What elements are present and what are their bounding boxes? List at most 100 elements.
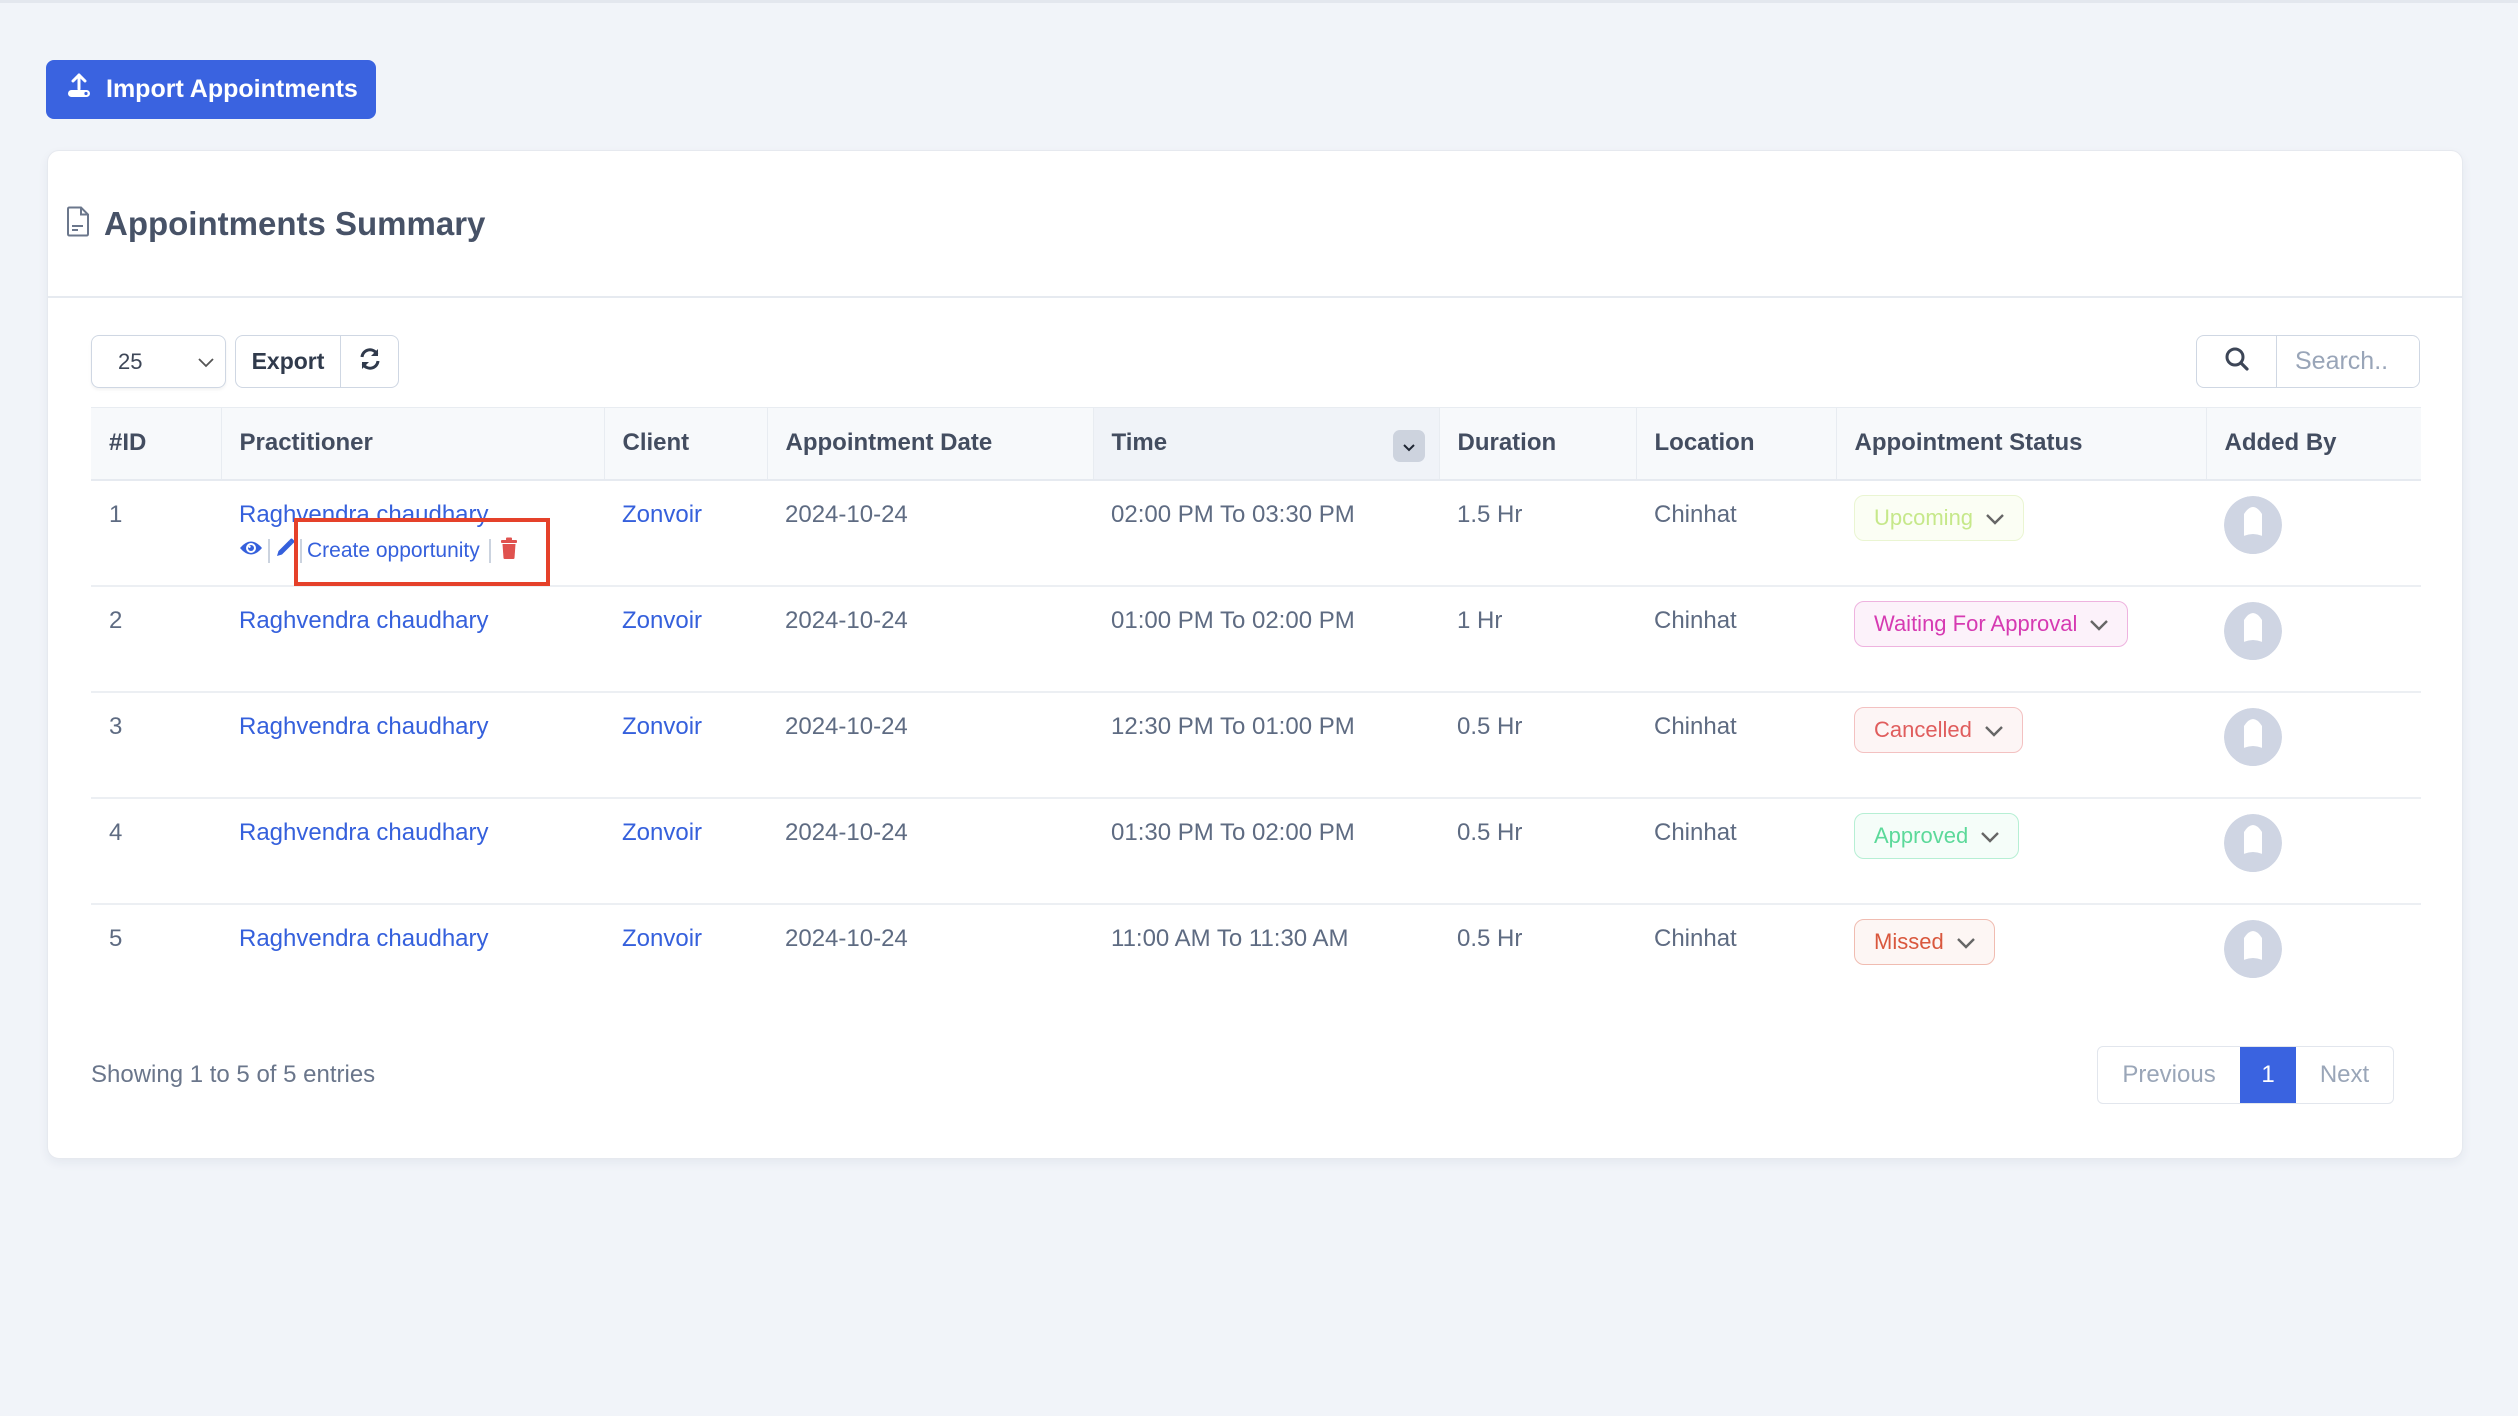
eye-icon[interactable]	[239, 539, 263, 563]
search-button[interactable]	[2197, 336, 2277, 387]
client-link[interactable]: Zonvoir	[622, 713, 702, 740]
cell-date: 2024-10-24	[785, 500, 908, 528]
column-header-appointment-status[interactable]: Appointment Status	[1836, 407, 2207, 480]
entries-summary: Showing 1 to 5 of 5 entries	[91, 1061, 376, 1088]
action-divider	[300, 538, 302, 563]
practitioner-link[interactable]: Raghvendra chaudhary	[239, 501, 489, 528]
cell-time: 01:00 PM To 02:00 PM	[1111, 606, 1355, 634]
appointments-table: #ID Practitioner Client Appointment Date…	[91, 407, 2421, 1010]
cell-date: 2024-10-24	[785, 712, 908, 740]
cell-practitioner: Raghvendra chaudhary	[221, 586, 604, 692]
status-label: Upcoming	[1874, 504, 1974, 530]
client-link[interactable]: Zonvoir	[622, 607, 702, 634]
refresh-button[interactable]	[341, 336, 398, 387]
refresh-icon	[359, 348, 381, 375]
cell-location: Chinhat	[1654, 500, 1737, 528]
card-header: Appointments Summary	[48, 151, 2462, 298]
pencil-icon[interactable]	[275, 538, 295, 564]
search-input[interactable]	[2277, 336, 2419, 387]
import-appointments-label: Import Appointments	[106, 75, 358, 103]
status-dropdown[interactable]: Cancelled	[1854, 706, 2023, 753]
sort-toggle-button[interactable]	[1392, 430, 1425, 462]
cell-client: Zonvoir	[604, 904, 767, 1010]
client-link[interactable]: Zonvoir	[622, 819, 702, 846]
cell-id: 3	[109, 712, 123, 740]
avatar	[2224, 707, 2282, 772]
cell-location: Chinhat	[1654, 924, 1737, 952]
avatar	[2224, 601, 2282, 666]
import-appointments-button[interactable]: Import Appointments	[46, 60, 376, 119]
pagination-page-1[interactable]: 1	[2240, 1047, 2296, 1103]
cell-time: 01:30 PM To 02:00 PM	[1111, 818, 1355, 846]
column-header-time-label: Time	[1111, 429, 1168, 457]
chevron-down-icon	[1968, 823, 2000, 849]
column-header-client[interactable]: Client	[604, 407, 768, 480]
table-row: 3 Raghvendra chaudhary Zonvoir 2024-10-2…	[91, 692, 2421, 798]
pagination-previous[interactable]: Previous	[2098, 1047, 2240, 1103]
client-link[interactable]: Zonvoir	[622, 501, 702, 528]
column-header-practitioner[interactable]: Practitioner	[221, 407, 605, 480]
table-row: 5 Raghvendra chaudhary Zonvoir 2024-10-2…	[91, 904, 2421, 1010]
cell-practitioner: Raghvendra chaudhary Create opportunity	[221, 480, 604, 586]
pagination: Previous 1 Next	[2097, 1046, 2394, 1104]
cell-added-by	[2206, 904, 2421, 1010]
avatar	[2224, 495, 2282, 560]
avatar	[2224, 919, 2282, 984]
status-dropdown[interactable]: Missed	[1854, 918, 1995, 965]
table-row: 2 Raghvendra chaudhary Zonvoir 2024-10-2…	[91, 586, 2421, 692]
cell-location: Chinhat	[1654, 712, 1737, 740]
pagination-next[interactable]: Next	[2296, 1047, 2393, 1103]
practitioner-link[interactable]: Raghvendra chaudhary	[239, 607, 489, 634]
cell-status: Cancelled	[1836, 692, 2206, 798]
practitioner-link[interactable]: Raghvendra chaudhary	[239, 819, 489, 846]
status-label: Cancelled	[1874, 716, 1972, 742]
page-size-select[interactable]: 25	[91, 335, 226, 388]
column-header-id[interactable]: #ID	[91, 407, 222, 480]
cell-practitioner: Raghvendra chaudhary	[221, 798, 604, 904]
document-icon	[66, 206, 90, 242]
create-opportunity-link[interactable]: Create opportunity	[307, 539, 480, 563]
chevron-down-icon	[1972, 717, 2004, 743]
cell-practitioner: Raghvendra chaudhary	[221, 692, 604, 798]
cell-id: 4	[109, 818, 123, 846]
table-header-row: #ID Practitioner Client Appointment Date…	[91, 407, 2421, 480]
status-dropdown[interactable]: Waiting For Approval	[1854, 600, 2129, 647]
cell-duration: 1 Hr	[1457, 606, 1503, 634]
cell-client: Zonvoir	[604, 480, 767, 586]
cell-added-by	[2206, 586, 2421, 692]
trash-icon[interactable]	[500, 537, 518, 565]
cell-duration: 0.5 Hr	[1457, 712, 1523, 740]
cell-date: 2024-10-24	[785, 606, 908, 634]
cell-duration: 0.5 Hr	[1457, 924, 1523, 952]
column-header-duration[interactable]: Duration	[1439, 407, 1637, 480]
cell-added-by	[2206, 480, 2421, 586]
status-label: Waiting For Approval	[1874, 610, 2078, 636]
cell-location: Chinhat	[1654, 606, 1737, 634]
cell-status: Waiting For Approval	[1836, 586, 2206, 692]
status-dropdown[interactable]: Upcoming	[1854, 494, 2025, 541]
column-header-appointment-date[interactable]: Appointment Date	[767, 407, 1094, 480]
column-header-added-by[interactable]: Added By	[2206, 408, 2421, 480]
client-link[interactable]: Zonvoir	[622, 925, 702, 952]
status-dropdown[interactable]: Approved	[1854, 812, 2020, 859]
cell-status: Missed	[1836, 904, 2206, 1010]
table-body: 1 Raghvendra chaudhary Create opportunit…	[91, 480, 2421, 1010]
chevron-down-icon	[1944, 929, 1976, 955]
action-divider	[268, 538, 270, 563]
chevron-down-icon	[197, 349, 215, 375]
cell-time: 11:00 AM To 11:30 AM	[1111, 924, 1349, 952]
action-divider	[488, 538, 491, 563]
table-row: 1 Raghvendra chaudhary Create opportunit…	[91, 480, 2421, 586]
column-header-location[interactable]: Location	[1636, 407, 1837, 480]
practitioner-link[interactable]: Raghvendra chaudhary	[239, 713, 489, 740]
cell-client: Zonvoir	[604, 692, 767, 798]
cell-location: Chinhat	[1654, 818, 1737, 846]
status-label: Missed	[1874, 928, 1944, 954]
column-header-time[interactable]: Time	[1093, 407, 1440, 480]
avatar	[2224, 813, 2282, 878]
page-size-value: 25	[118, 348, 143, 374]
chevron-down-icon	[1402, 432, 1416, 460]
practitioner-link[interactable]: Raghvendra chaudhary	[239, 925, 489, 952]
status-label: Approved	[1874, 822, 1969, 848]
export-button[interactable]: Export	[236, 336, 341, 387]
